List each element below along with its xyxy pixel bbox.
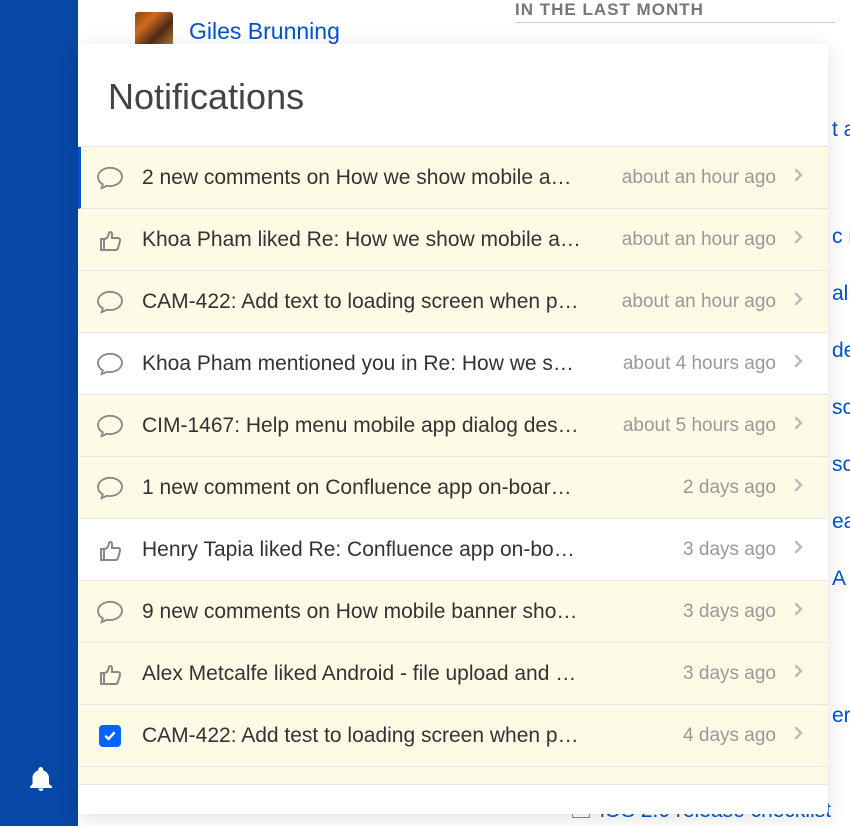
like-icon (96, 660, 124, 688)
notification-time: 4 days ago (683, 725, 776, 747)
notification-time: about an hour ago (622, 291, 776, 313)
comment-icon (96, 164, 124, 192)
bg-link-fragment[interactable]: sc (832, 453, 850, 477)
bg-link-fragment[interactable]: ea (832, 510, 850, 534)
notification-text: CAM-422: Add test to loading screen when… (142, 724, 665, 748)
notification-time: about 5 hours ago (623, 415, 776, 437)
notification-text: Alex Metcalfe liked Android - file uploa… (142, 662, 665, 686)
comment-icon (96, 474, 124, 502)
notification-item[interactable]: Alex Metcalfe liked Android - file uploa… (78, 643, 828, 705)
notification-item[interactable]: CIM-1467: Help menu mobile app dialog de… (78, 395, 828, 457)
bg-link-fragment[interactable]: er (832, 704, 850, 728)
notification-text: CIM-1467: Help menu mobile app dialog de… (142, 414, 605, 438)
notification-item[interactable]: CAM-422: Add text to loading screen when… (78, 271, 828, 333)
bell-icon (30, 767, 52, 791)
notification-text: 2 new comments on How we show mobile a… (142, 166, 604, 190)
app-sidebar (0, 0, 78, 826)
bg-link-fragment[interactable]: sc (832, 396, 850, 420)
notification-list: 2 new comments on How we show mobile a… a… (78, 146, 828, 785)
notifications-panel: Notifications 2 new comments on How we s… (78, 44, 828, 814)
notification-item[interactable]: 1 new comment on Confluence app on-boar…… (78, 457, 828, 519)
bg-link-fragment[interactable]: al (832, 282, 850, 306)
notification-item[interactable]: 9 new comments on How mobile banner sho…… (78, 581, 828, 643)
notification-text: Khoa Pham liked Re: How we show mobile a… (142, 228, 604, 252)
bg-link-fragment[interactable]: de (832, 339, 850, 363)
notification-text: Khoa Pham mentioned you in Re: How we s… (142, 352, 605, 376)
bg-link-fragment[interactable]: c r (832, 225, 850, 249)
background-links: t a c r al de sc sc ea A er (832, 118, 850, 728)
notification-item[interactable]: CAM-422: Add test to loading screen when… (78, 705, 828, 767)
comment-icon (96, 598, 124, 626)
chevron-right-icon (794, 167, 808, 188)
notification-text: 9 new comments on How mobile banner sho… (142, 600, 665, 624)
comment-icon (96, 288, 124, 316)
notification-time: 3 days ago (683, 601, 776, 623)
notification-time: about an hour ago (622, 167, 776, 189)
notification-time: 3 days ago (683, 663, 776, 685)
chevron-right-icon (794, 601, 808, 622)
notification-time: about an hour ago (622, 229, 776, 251)
notifications-bell-button[interactable] (30, 767, 52, 796)
bg-link-fragment[interactable]: t a (832, 118, 850, 142)
notification-text: 1 new comment on Confluence app on-boar… (142, 476, 665, 500)
comment-icon (96, 412, 124, 440)
chevron-right-icon (794, 477, 808, 498)
username-link[interactable]: Giles Brunning (189, 18, 340, 45)
chevron-right-icon (794, 229, 808, 250)
notification-text: Henry Tapia liked Re: Confluence app on-… (142, 538, 665, 562)
chevron-right-icon (794, 663, 808, 684)
task-icon (96, 722, 124, 750)
notification-item[interactable]: 2 new comments on How we show mobile a… a… (78, 147, 828, 209)
notification-time: about 4 hours ago (623, 353, 776, 375)
chevron-right-icon (794, 539, 808, 560)
notification-item[interactable]: Henry Tapia liked Re: Confluence app on-… (78, 519, 828, 581)
notification-item-peek (78, 767, 828, 785)
bg-link-fragment[interactable]: A (832, 567, 850, 591)
like-icon (96, 226, 124, 254)
notification-item[interactable]: Khoa Pham mentioned you in Re: How we s…… (78, 333, 828, 395)
chevron-right-icon (794, 415, 808, 436)
panel-title: Notifications (78, 44, 828, 146)
comment-icon (96, 350, 124, 378)
notification-time: 3 days ago (683, 539, 776, 561)
notification-text: CAM-422: Add text to loading screen when… (142, 290, 604, 314)
chevron-right-icon (794, 291, 808, 312)
notification-time: 2 days ago (683, 477, 776, 499)
notification-item[interactable]: Khoa Pham liked Re: How we show mobile a… (78, 209, 828, 271)
chevron-right-icon (794, 353, 808, 374)
chevron-right-icon (794, 725, 808, 746)
like-icon (96, 536, 124, 564)
divider (515, 22, 835, 23)
section-header: IN THE LAST MONTH (515, 0, 704, 20)
